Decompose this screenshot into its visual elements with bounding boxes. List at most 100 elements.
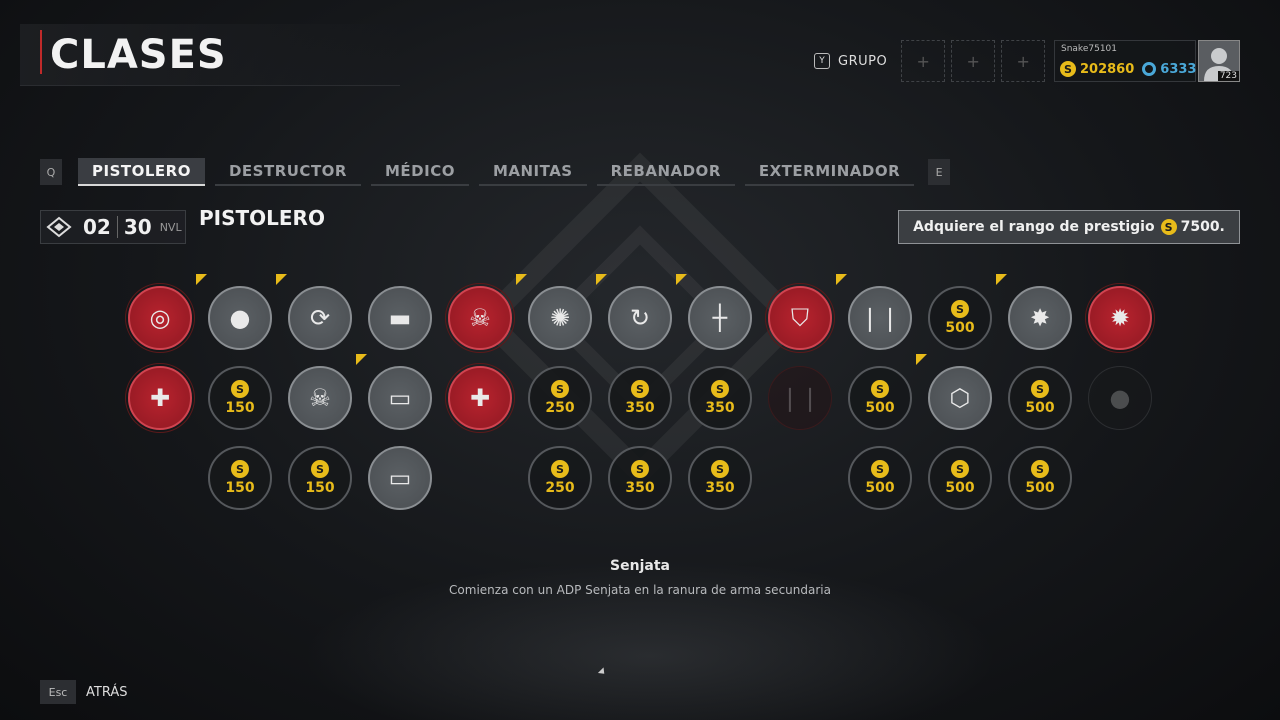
skill-node[interactable]: ✸ bbox=[996, 274, 1074, 352]
tab-manitas[interactable]: MANITAS bbox=[478, 158, 587, 186]
skill-node[interactable]: ⬡ bbox=[916, 354, 994, 432]
skill-node[interactable]: S 150 bbox=[286, 444, 354, 512]
group-label[interactable]: GRUPO bbox=[838, 54, 887, 69]
skill-node[interactable]: ▭ bbox=[356, 354, 434, 432]
group-slot-3[interactable]: + bbox=[1001, 40, 1046, 82]
skill-node[interactable]: S 350 bbox=[606, 364, 674, 432]
skill-node[interactable]: S 500 bbox=[846, 444, 914, 512]
credits-icon: S bbox=[871, 380, 889, 398]
skill-node-face: S 150 bbox=[208, 366, 272, 430]
back-label: ATRÁS bbox=[86, 684, 128, 700]
skill-node-face: S 350 bbox=[688, 446, 752, 510]
prestige-cost: 7500. bbox=[1180, 219, 1225, 235]
credits-icon: S bbox=[871, 460, 889, 478]
new-flag-icon bbox=[676, 274, 687, 285]
explosion-skull-icon: ✺ bbox=[549, 304, 571, 332]
skill-node[interactable]: ● bbox=[1086, 364, 1154, 432]
skill-node-face: ┼ bbox=[688, 286, 752, 350]
ammo-swap-icon: ⟳ bbox=[309, 304, 331, 332]
skill-node-face: ⛉ bbox=[768, 286, 832, 350]
parts-value: 6333 bbox=[1160, 61, 1197, 77]
skill-node[interactable]: ▬ bbox=[366, 284, 434, 352]
rifle-drop-icon: ▭ bbox=[388, 384, 412, 412]
skill-node-face: S 350 bbox=[608, 446, 672, 510]
new-flag-icon bbox=[276, 274, 287, 285]
skill-node-face: ✸ bbox=[1008, 286, 1072, 350]
skill-node[interactable]: S 150 bbox=[206, 364, 274, 432]
skill-node[interactable]: ● bbox=[196, 274, 274, 352]
credits-icon: S bbox=[951, 460, 969, 478]
skill-node-face: S 500 bbox=[848, 446, 912, 510]
skill-node[interactable]: S 350 bbox=[606, 444, 674, 512]
skill-node[interactable]: S 500 bbox=[1006, 444, 1074, 512]
skill-node[interactable]: ☠ bbox=[286, 364, 354, 432]
skill-node[interactable]: S 500 bbox=[926, 444, 994, 512]
rifle-drop-icon: ▭ bbox=[388, 464, 412, 492]
skill-node-face: ❘❘ bbox=[848, 286, 912, 350]
hex-nut-icon: ⬡ bbox=[949, 384, 971, 412]
skill-node[interactable]: ❘❘ bbox=[836, 274, 914, 352]
skill-node[interactable]: ☠ bbox=[446, 284, 514, 352]
class-level: 30 bbox=[123, 215, 152, 239]
skill-node-face: ◎ bbox=[128, 286, 192, 350]
skill-node[interactable]: S 500 bbox=[926, 284, 994, 352]
profile-card[interactable]: Snake75101 S 202860 6333 bbox=[1054, 40, 1196, 82]
skill-description: Comienza con un ADP Senjata en la ranura… bbox=[449, 583, 831, 597]
launcher-icon: ▬ bbox=[388, 304, 412, 332]
skill-cost: 250 bbox=[545, 480, 575, 496]
tab-exterminador[interactable]: EXTERMINADOR bbox=[744, 158, 915, 186]
skull-grenade-icon: ☠ bbox=[309, 384, 331, 412]
credits-icon: S bbox=[631, 460, 649, 478]
skill-node[interactable]: ◎ bbox=[126, 284, 194, 352]
skill-node[interactable]: ✚ bbox=[446, 364, 514, 432]
level-suffix: NVL bbox=[159, 220, 182, 234]
skill-node-face: S 500 bbox=[1008, 366, 1072, 430]
skill-node[interactable]: S 350 bbox=[686, 364, 754, 432]
skill-node[interactable]: ▭ bbox=[366, 444, 434, 512]
skill-node[interactable]: S 350 bbox=[686, 444, 754, 512]
skill-node[interactable]: S 150 bbox=[206, 444, 274, 512]
ammo-heal-icon: ✚ bbox=[469, 384, 491, 412]
tab-pistolero[interactable]: PISTOLERO bbox=[78, 158, 205, 186]
tab-medico[interactable]: MÉDICO bbox=[370, 158, 469, 186]
skill-node[interactable]: ✹ bbox=[1086, 284, 1154, 352]
skill-node[interactable]: ✚ bbox=[126, 364, 194, 432]
credits-icon: S bbox=[1031, 380, 1049, 398]
skill-node[interactable]: ⟳ bbox=[276, 274, 354, 352]
skill-node[interactable]: ↻ bbox=[596, 274, 674, 352]
group-slot-1[interactable]: + bbox=[901, 40, 946, 82]
tab-rebanador[interactable]: REBANADOR bbox=[596, 158, 735, 186]
skill-node[interactable]: S 250 bbox=[526, 364, 594, 432]
skill-node[interactable]: S 250 bbox=[526, 444, 594, 512]
group-slot-2[interactable]: + bbox=[951, 40, 996, 82]
credits-icon: S bbox=[1160, 219, 1177, 235]
back-control[interactable]: Esc ATRÁS bbox=[40, 680, 127, 704]
prestige-button[interactable]: Adquiere el rango de prestigio S 7500. bbox=[898, 210, 1240, 244]
prev-tab-key[interactable]: Q bbox=[40, 159, 62, 185]
grenade-icon: ● bbox=[229, 304, 251, 332]
skill-cost: 350 bbox=[705, 400, 735, 416]
skill-cost: 500 bbox=[945, 320, 975, 336]
tab-destructor[interactable]: DESTRUCTOR bbox=[214, 158, 361, 186]
skill-node[interactable]: ❘❘ bbox=[766, 364, 834, 432]
skill-node-face: S 150 bbox=[208, 446, 272, 510]
skill-node[interactable]: ✺ bbox=[516, 274, 594, 352]
group-key-hint: Y bbox=[814, 53, 830, 69]
skill-node[interactable]: S 500 bbox=[846, 364, 914, 432]
next-tab-key[interactable]: E bbox=[928, 159, 951, 185]
skill-node-face: S 350 bbox=[608, 366, 672, 430]
skill-node-face: S 250 bbox=[528, 366, 592, 430]
new-flag-icon bbox=[356, 354, 367, 365]
skill-node[interactable]: ⛉ bbox=[766, 284, 834, 352]
skill-node[interactable]: ┼ bbox=[676, 274, 754, 352]
skill-node-face: ▭ bbox=[368, 366, 432, 430]
add-icon: + bbox=[916, 51, 930, 71]
skill-cost: 150 bbox=[305, 480, 335, 496]
new-flag-icon bbox=[916, 354, 927, 365]
avatar[interactable]: 723 bbox=[1198, 40, 1240, 82]
skill-node[interactable]: S 500 bbox=[1006, 364, 1074, 432]
skill-cost: 350 bbox=[625, 400, 655, 416]
blast-icon: ✸ bbox=[1029, 304, 1051, 332]
player-level: 723 bbox=[1217, 71, 1239, 81]
skill-node-face: ✹ bbox=[1088, 286, 1152, 350]
